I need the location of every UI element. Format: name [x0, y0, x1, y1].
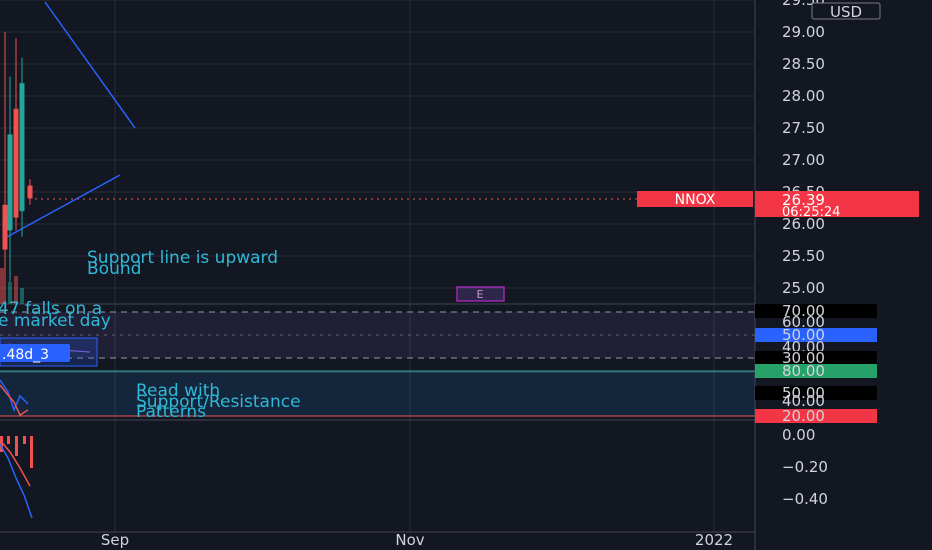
bar-countdown: 06:25:24: [782, 205, 840, 220]
annotation-bound[interactable]: Bound: [87, 259, 141, 279]
earnings-marker[interactable]: E: [456, 286, 505, 302]
price-tick-label: 25.50: [782, 247, 825, 265]
price-tick-label: 29.00: [782, 23, 825, 41]
price-tick-label: 27.50: [782, 119, 825, 137]
rsi-axis[interactable]: 70.0060.0050.0040.0030.00: [755, 302, 877, 367]
price-axis[interactable]: 29.5029.0028.5028.0027.5027.0026.5026.00…: [782, 0, 825, 297]
rsi-box-label: .48d_3: [2, 347, 49, 363]
candle-body[interactable]: [27, 185, 33, 199]
symbol-price-tag[interactable]: NNOX 26.39 06:25:24: [637, 191, 919, 220]
time-tick-label: 2022: [695, 531, 733, 549]
earnings-marker-label: E: [477, 288, 484, 301]
stoch-axis[interactable]: 80.0050.0040.0020.00: [755, 362, 877, 425]
price-tick-label: 28.50: [782, 55, 825, 73]
time-tick-label: Sep: [101, 531, 129, 549]
price-tick-label: 28.00: [782, 87, 825, 105]
candle-body[interactable]: [2, 204, 8, 250]
macd-level-label: 0.00: [782, 426, 815, 444]
currency-label[interactable]: USD: [811, 2, 881, 21]
macd-level-label: −0.20: [782, 458, 828, 476]
chart-canvas[interactable]: Support line is upward Bound 47 falls on…: [0, 0, 932, 550]
stoch-level-label: 80.00: [782, 362, 825, 380]
stoch-level-label: 20.00: [782, 407, 825, 425]
candle-body[interactable]: [13, 108, 19, 218]
resistance-trendline[interactable]: [44, 1, 136, 129]
candle-body[interactable]: [7, 134, 13, 231]
price-grid: [0, 0, 755, 289]
annotation-market-day[interactable]: e market day: [0, 311, 111, 331]
rsi-annotation-box[interactable]: .48d_3: [0, 337, 98, 367]
candles-group[interactable]: [2, 32, 33, 314]
symbol-ticker: NNOX: [675, 192, 716, 208]
currency-text: USD: [830, 3, 862, 21]
time-tick-label: Nov: [395, 531, 424, 549]
annotation-patterns[interactable]: Patterns: [136, 402, 206, 422]
stoch-band: [0, 371, 755, 416]
price-tick-label: 25.00: [782, 279, 825, 297]
candle-body[interactable]: [19, 83, 25, 212]
price-tick-label: 27.00: [782, 151, 825, 169]
macd-level-label: −0.40: [782, 490, 828, 508]
time-axis[interactable]: Sep Nov 2022: [101, 531, 733, 549]
macd-axis[interactable]: 0.00 −0.20 −0.40: [782, 426, 828, 508]
